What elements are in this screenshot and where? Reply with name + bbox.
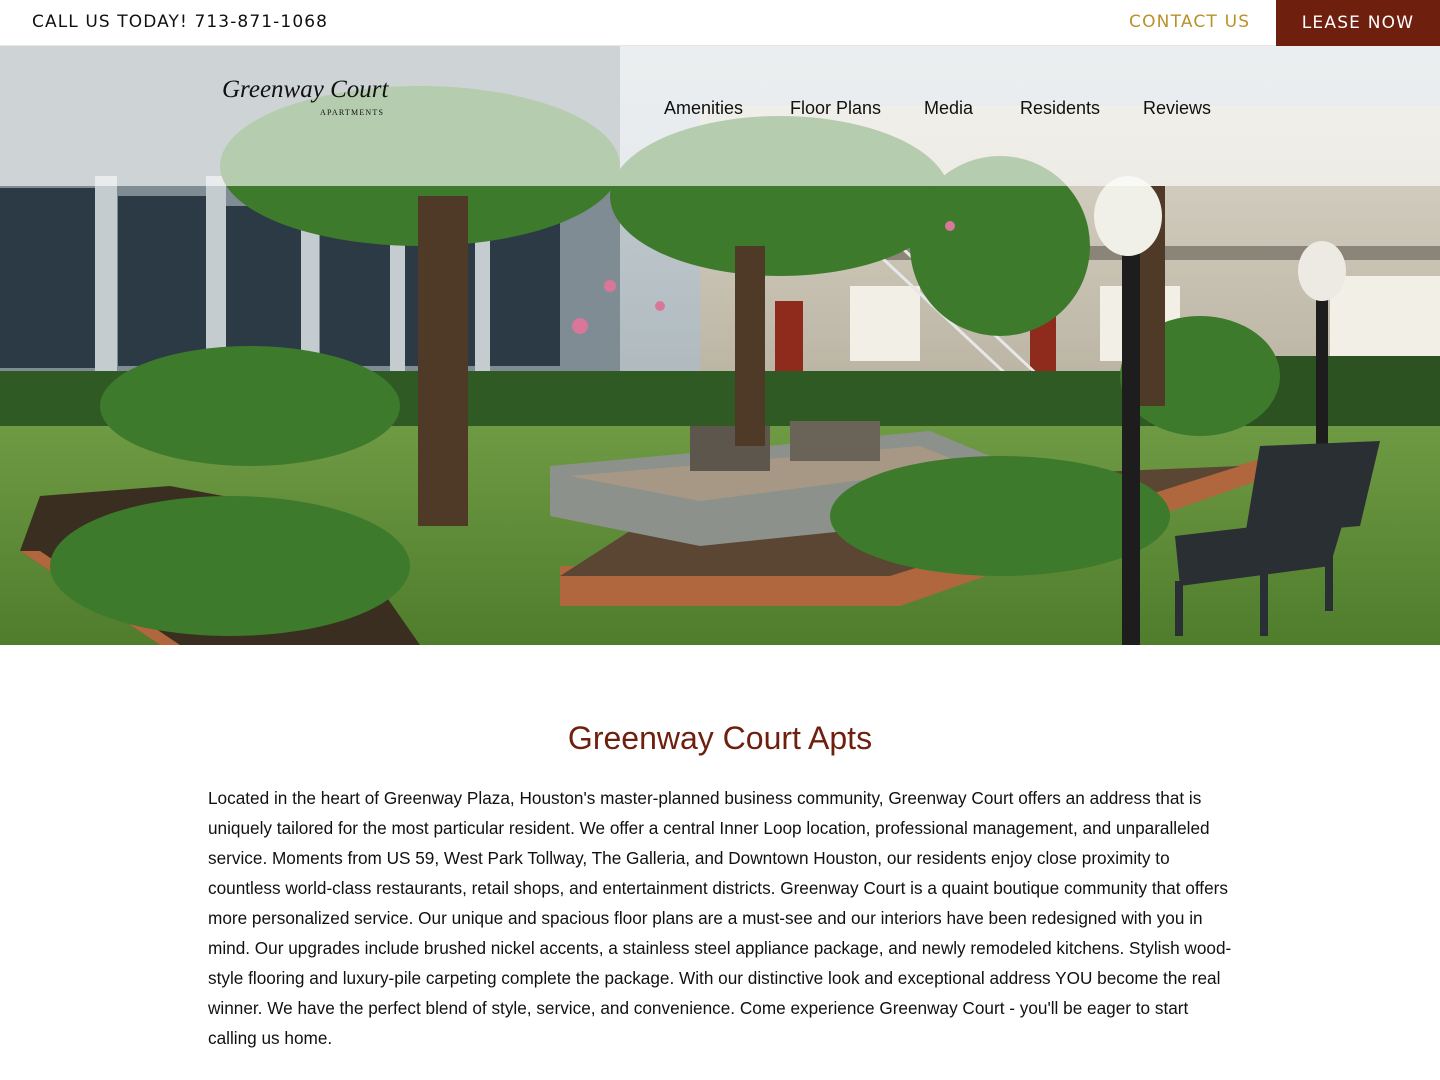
top-utility-bar: CALL US TODAY! 713-871-1068 CONTACT US L… — [0, 0, 1440, 46]
hero-section: Greenway Court APARTMENTS Amenities Floo… — [0, 46, 1440, 645]
lease-now-button[interactable]: LEASE NOW — [1276, 0, 1440, 46]
nav-item-residents[interactable]: Residents — [1020, 98, 1100, 119]
nav-item-floor-plans[interactable]: Floor Plans — [790, 98, 881, 119]
call-us-phone[interactable]: CALL US TODAY! 713-871-1068 — [32, 12, 328, 32]
site-header: Greenway Court APARTMENTS Amenities Floo… — [0, 46, 1440, 186]
page-title: Greenway Court Apts — [567, 720, 873, 756]
nav-item-reviews[interactable]: Reviews — [1143, 98, 1211, 119]
nav-item-media[interactable]: Media — [924, 98, 973, 119]
intro-paragraph: Located in the heart of Greenway Plaza, … — [208, 788, 1232, 1048]
nav-item-amenities[interactable]: Amenities — [664, 98, 743, 119]
contact-us-link[interactable]: CONTACT US — [1129, 12, 1250, 32]
main-nav: Amenities Floor Plans Media Residents Re… — [0, 98, 1440, 128]
